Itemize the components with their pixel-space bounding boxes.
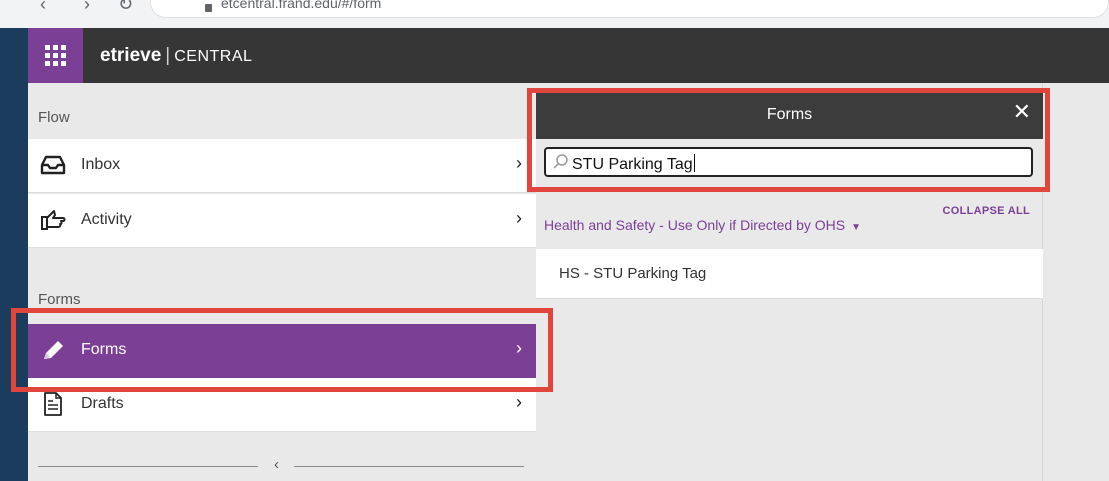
caret-down-icon: ▼ <box>851 222 862 233</box>
lock-icon <box>205 4 212 12</box>
brand-product: CENTRAL <box>174 48 253 65</box>
brand-name: etrieve <box>100 45 162 66</box>
chevron-right-icon: › <box>516 392 522 412</box>
sidebar-collapse-handle[interactable]: ‹ <box>38 456 524 473</box>
chevron-right-icon: › <box>516 208 522 228</box>
sidebar-item-activity[interactable]: Activity › <box>28 194 536 248</box>
form-result-label: HS - STU Parking Tag <box>559 265 707 282</box>
window-left-edge <box>0 28 28 481</box>
chevron-right-icon: › <box>516 153 522 173</box>
divider <box>294 466 524 467</box>
sidebar: Flow Inbox › Activity › Forms Forms › Dr… <box>28 83 536 481</box>
content-area <box>1043 83 1109 481</box>
app-header: etrieve | CENTRAL <box>28 28 1109 83</box>
sidebar-item-label: Inbox <box>81 156 121 173</box>
brand-separator: | <box>165 45 171 66</box>
divider <box>38 466 258 467</box>
app-grid-icon <box>45 45 66 66</box>
address-url: etcentral.frand.edu/#/form <box>221 0 382 11</box>
forward-button[interactable]: › <box>84 0 90 15</box>
form-result-item[interactable]: HS - STU Parking Tag <box>536 249 1043 299</box>
back-button[interactable]: ‹ <box>40 0 46 15</box>
document-icon <box>44 392 62 416</box>
address-bar[interactable]: etcentral.frand.edu/#/form <box>150 0 1109 18</box>
pointing-hand-icon <box>41 210 66 230</box>
highlight-box-forms-nav <box>11 308 553 392</box>
chevron-left-icon: ‹ <box>274 456 279 473</box>
section-label-forms: Forms <box>38 291 81 308</box>
reload-button[interactable]: ↻ <box>118 0 133 15</box>
sidebar-item-inbox[interactable]: Inbox › <box>28 139 536 193</box>
sidebar-item-label: Drafts <box>81 395 124 412</box>
collapse-all-link[interactable]: COLLAPSE ALL <box>942 205 1030 217</box>
category-label: Health and Safety - Use Only if Directed… <box>544 217 846 233</box>
sidebar-item-label: Activity <box>81 211 132 228</box>
app-launcher-button[interactable] <box>28 28 83 83</box>
app-window: ‹ › ↻ etcentral.frand.edu/#/form etrieve… <box>0 0 1109 481</box>
inbox-icon <box>40 155 66 175</box>
brand-logo[interactable]: etrieve | CENTRAL <box>100 45 252 67</box>
section-label-flow: Flow <box>38 109 70 126</box>
highlight-box-forms-search <box>527 88 1050 192</box>
category-header[interactable]: Health and Safety - Use Only if Directed… <box>544 217 861 233</box>
browser-toolbar: ‹ › ↻ etcentral.frand.edu/#/form <box>0 0 1109 28</box>
